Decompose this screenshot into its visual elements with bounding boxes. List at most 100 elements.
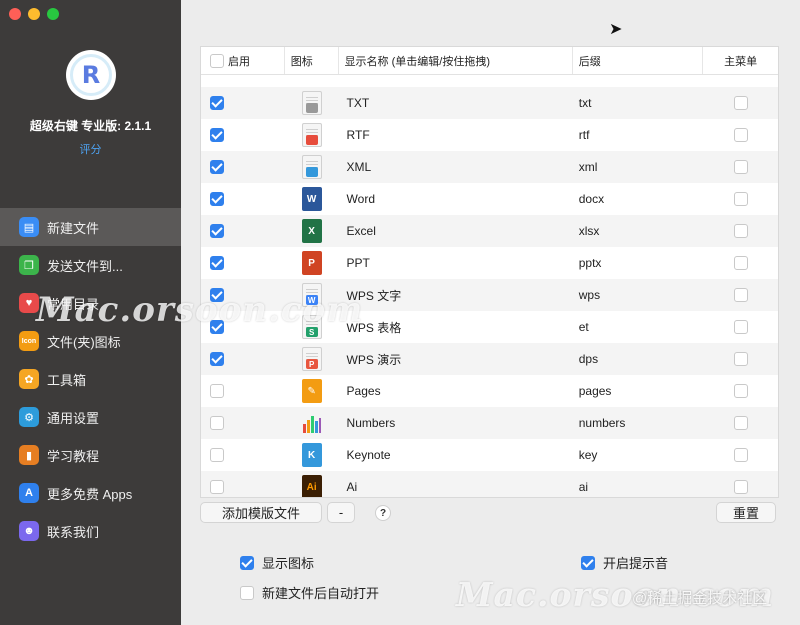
enable-checkbox[interactable] [210,416,224,430]
close-window-button[interactable] [9,8,21,20]
table-body: TXT txt RTF rtf XML xml W Word docx X Excel xlsx P PP… [201,75,778,497]
suffix-cell[interactable]: pages [573,375,704,407]
enable-cell [201,247,285,279]
main-menu-checkbox[interactable] [733,480,748,494]
display-name-cell[interactable]: Keynote [339,439,573,471]
suffix-cell[interactable]: key [573,439,704,471]
enable-checkbox[interactable] [210,192,224,206]
main-menu-checkbox[interactable] [733,352,748,366]
main-menu-checkbox[interactable] [733,384,748,398]
sound-checkbox[interactable] [581,555,595,570]
display-name-cell[interactable]: Numbers [339,407,573,439]
display-name-cell[interactable]: Pages [339,375,573,407]
display-name-cell[interactable]: Ai [339,471,573,497]
select-all-checkbox[interactable] [210,53,224,68]
suffix-cell[interactable]: dps [573,343,704,375]
suffix-cell[interactable]: numbers [573,407,704,439]
table-row[interactable]: Ai Ai ai [201,471,778,497]
enable-checkbox[interactable] [210,480,224,494]
header-suffix[interactable]: 后缀 [573,47,704,74]
table-row[interactable]: P WPS 演示 dps [201,343,778,375]
suffix-cell[interactable]: docx [573,183,704,215]
enable-checkbox[interactable] [210,448,224,462]
icon-cell: W [285,183,339,215]
header-icon[interactable]: 图标 [285,47,339,74]
main-menu-checkbox[interactable] [733,224,748,238]
table-row[interactable]: W Word docx [201,183,778,215]
display-name-cell[interactable]: XML [339,151,573,183]
enable-cell [201,375,285,407]
suffix-cell[interactable]: rtf [573,119,704,151]
main-menu-checkbox[interactable] [733,192,748,206]
main-menu-checkbox[interactable] [733,448,748,462]
show-icon-option[interactable]: 显示图标 [240,553,314,572]
reset-button[interactable]: 重置 [716,502,776,523]
zoom-window-button[interactable] [47,8,59,20]
remove-template-button[interactable]: - [327,502,355,523]
main-menu-checkbox[interactable] [733,96,748,110]
enable-cell [201,119,285,151]
xml-file-icon [301,155,322,179]
enable-checkbox[interactable] [210,224,224,238]
suffix-cell[interactable]: txt [573,87,704,119]
display-name-cell[interactable]: WPS 文字 [339,279,573,311]
table-row[interactable]: Numbers numbers [201,407,778,439]
watermark-note: @稀土掘金技术社区 [632,590,768,607]
sidebar-item-0[interactable]: ▤ 新建文件 [0,208,181,246]
display-name-cell[interactable]: Word [339,183,573,215]
sound-option[interactable]: 开启提示音 [581,553,668,572]
minimize-window-button[interactable] [28,8,40,20]
main-menu-checkbox[interactable] [733,256,748,270]
add-template-button[interactable]: 添加模版文件 [200,502,322,523]
table-row[interactable]: K Keynote key [201,439,778,471]
enable-checkbox[interactable] [210,256,224,270]
auto-open-checkbox[interactable] [240,585,254,600]
display-name-cell[interactable]: Excel [339,215,573,247]
sidebar-item-5[interactable]: ⚙ 通用设置 [0,398,181,436]
auto-open-option[interactable]: 新建文件后自动打开 [240,583,379,602]
display-name-cell[interactable]: WPS 演示 [339,343,573,375]
table-row[interactable]: X Excel xlsx [201,215,778,247]
enable-checkbox[interactable] [210,96,224,110]
sidebar-item-8[interactable]: ☻ 联系我们 [0,512,181,550]
enable-checkbox[interactable] [210,128,224,142]
suffix-cell[interactable]: wps [573,279,704,311]
sidebar-item-4[interactable]: ✿ 工具箱 [0,360,181,398]
sidebar-item-6[interactable]: ▮ 学习教程 [0,436,181,474]
display-name-cell[interactable]: PPT [339,247,573,279]
display-name-cell[interactable]: RTF [339,119,573,151]
table-row[interactable]: P PPT pptx [201,247,778,279]
file-type-badge: W [305,295,318,305]
header-name[interactable]: 显示名称 (单击编辑/按住拖拽) [339,47,573,74]
header-main-menu[interactable]: 主菜单 [703,47,778,74]
table-row[interactable]: RTF rtf [201,119,778,151]
enable-checkbox[interactable] [210,352,224,366]
main-menu-checkbox[interactable] [733,288,748,302]
table-row[interactable]: ✎ Pages pages [201,375,778,407]
table-row[interactable]: XML xml [201,151,778,183]
show-icon-label: 显示图标 [262,556,315,571]
show-icon-checkbox[interactable] [240,555,254,570]
help-button[interactable]: ? [375,505,391,521]
suffix-cell[interactable]: xlsx [573,215,704,247]
main-menu-checkbox[interactable] [733,128,748,142]
display-name-cell[interactable]: WPS 表格 [339,311,573,343]
suffix-cell[interactable]: xml [573,151,704,183]
enable-checkbox[interactable] [210,160,224,174]
auto-open-label: 新建文件后自动打开 [262,586,380,601]
sidebar-item-1[interactable]: ❐ 发送文件到... [0,246,181,284]
table-row[interactable]: TXT txt [201,87,778,119]
main-menu-checkbox[interactable] [733,320,748,334]
sidebar-item-7[interactable]: A 更多免费 Apps [0,474,181,512]
main-menu-checkbox[interactable] [733,416,748,430]
app-store-icon: A [19,483,39,503]
suffix-cell[interactable]: et [573,311,704,343]
main-menu-checkbox[interactable] [733,160,748,174]
rate-link[interactable]: 评分 [0,141,181,157]
suffix-cell[interactable]: pptx [573,247,704,279]
display-name-cell[interactable]: TXT [339,87,573,119]
enable-checkbox[interactable] [210,384,224,398]
sound-label: 开启提示音 [603,556,669,571]
suffix-cell[interactable]: ai [573,471,704,497]
illustrator-icon: Ai [301,475,322,497]
